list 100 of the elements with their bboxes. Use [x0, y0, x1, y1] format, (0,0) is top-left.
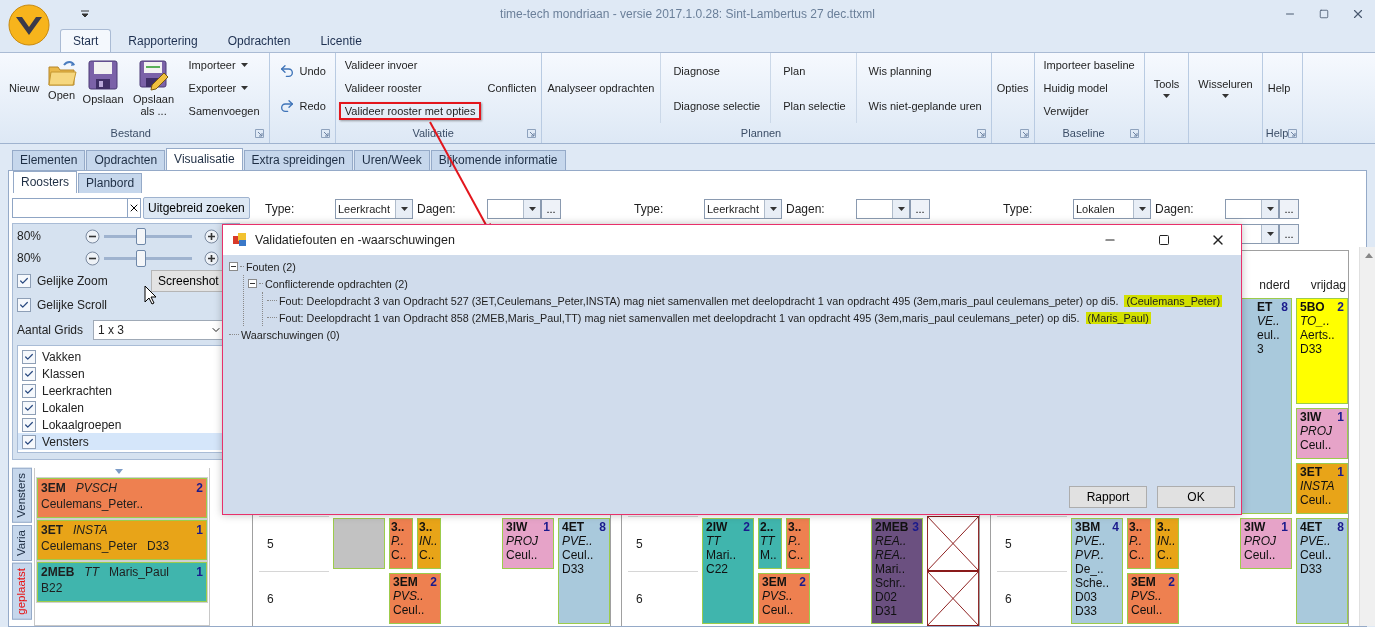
collapse-icon[interactable]: [229, 262, 238, 271]
ribbon-menu-button[interactable]: Tools: [1147, 78, 1186, 98]
minus-icon[interactable]: [85, 250, 100, 266]
side-tab[interactable]: Vensters: [12, 468, 32, 523]
type-select[interactable]: Leerkracht: [704, 199, 782, 219]
ribbon-button[interactable]: Opties: [994, 80, 1031, 96]
tab[interactable]: Uren/Week: [353, 150, 430, 170]
dialog-button[interactable]: Rapport: [1069, 486, 1147, 508]
tab[interactable]: Visualisatie: [166, 148, 243, 170]
checkbox[interactable]: [17, 274, 31, 288]
ribbon-button[interactable]: Valideer invoer: [338, 55, 482, 74]
scrollbar[interactable]: [1359, 247, 1375, 626]
ribbon-button[interactable]: Opslaan: [81, 59, 125, 105]
scroll-up-icon[interactable]: [1364, 253, 1373, 258]
days-select[interactable]: [487, 199, 541, 219]
search-field[interactable]: [12, 198, 128, 218]
schedule-card[interactable]: 3ET INSTA 1 Ceulemans_Peter D33: [37, 520, 207, 560]
schedule-card[interactable]: 3.. P.. C..: [786, 518, 810, 569]
side-tab[interactable]: Varia: [12, 524, 32, 561]
ribbon-tab[interactable]: Licentie: [307, 29, 375, 52]
tree-item[interactable]: Fout: Deelopdracht 1 van Opdracht 858 (2MEB,Maris_Paul,TT) mag niet samenvallen met deelopdracht 1 van opdracht 495 (3em,maris_paul ceulemans_peter) op di5.: [279, 311, 1080, 324]
tab[interactable]: Extra spreidingen: [243, 150, 353, 170]
slider-thumb[interactable]: [135, 249, 146, 267]
schedule-card[interactable]: 3.. P.. C..: [1127, 518, 1151, 569]
ribbon-button[interactable]: Conflicten: [485, 80, 539, 96]
days-select[interactable]: [1225, 199, 1279, 219]
dialog-launcher-icon[interactable]: [527, 128, 537, 138]
checkbox[interactable]: [22, 349, 36, 364]
ribbon-button[interactable]: Opslaan als ...: [128, 59, 179, 117]
checkbox[interactable]: [22, 417, 36, 432]
schedule-card[interactable]: 3.. P.. C..: [389, 518, 413, 569]
checkbox[interactable]: [22, 434, 36, 449]
minus-icon[interactable]: [85, 228, 100, 244]
dialog-launcher-icon[interactable]: [320, 128, 330, 138]
schedule-card[interactable]: 3IW 1 PROJ Ceul..: [1240, 518, 1292, 569]
plus-icon[interactable]: [204, 250, 219, 266]
ribbon-button[interactable]: Valideer rooster: [338, 79, 482, 97]
clear-button[interactable]: [128, 198, 141, 218]
ribbon-button[interactable]: Huidig model: [1037, 79, 1141, 97]
schedule-card[interactable]: 3EM 2 PVS.. Ceul..: [389, 573, 441, 624]
ribbon-button[interactable]: Open: [45, 59, 78, 101]
dialog-launcher-icon[interactable]: [254, 128, 264, 138]
ribbon-button[interactable]: Help: [1265, 80, 1293, 96]
ribbon-button[interactable]: Diagnose selectie: [667, 96, 767, 115]
checkbox[interactable]: [22, 366, 36, 381]
collapse-icon[interactable]: [248, 279, 257, 288]
ribbon-tab[interactable]: Rapportering: [115, 29, 211, 52]
schedule-card[interactable]: 4ET 8 PVE.. Ceul.. D33: [1296, 518, 1348, 624]
tree-item[interactable]: Conflicterende opdrachten (2): [265, 277, 408, 290]
tree-item[interactable]: Fout: Deelopdracht 3 van Opdracht 527 (3ET,Ceulemans_Peter,INSTA) mag niet samenvallen met deelopdracht 1 van opdracht 495 (3em,maris_paul ceulemans_peter) op di5.: [279, 294, 1119, 307]
schedule-card[interactable]: ET 8 VE.. eul.. 3: [1240, 298, 1292, 514]
search-button[interactable]: Uitgebreid zoeken: [143, 197, 250, 219]
dialog-launcher-icon[interactable]: [1129, 128, 1139, 138]
ribbon-button[interactable]: Plan: [777, 61, 852, 80]
schedule-card[interactable]: 2MEB TT Maris_Paul 1 B22: [37, 562, 207, 602]
tab[interactable]: Opdrachten: [86, 150, 166, 170]
tab[interactable]: Elementen: [12, 150, 86, 170]
ribbon-tab[interactable]: Opdrachten: [214, 29, 304, 52]
schedule-card[interactable]: 3EM 2 PVS.. Ceul..: [758, 573, 810, 624]
schedule-card[interactable]: 3BM 4 PVE.. PVP.. De_.. Sche.. D03 D33: [1071, 518, 1123, 624]
list-item[interactable]: Lokaalgroepen: [18, 416, 234, 433]
ribbon-button[interactable]: Importeer: [182, 55, 266, 74]
list-item[interactable]: Klassen: [18, 365, 234, 382]
tab[interactable]: Planbord: [78, 173, 143, 193]
more-button[interactable]: ...: [910, 199, 930, 219]
ribbon-tab[interactable]: Start: [60, 29, 112, 52]
dialog-button[interactable]: OK: [1157, 486, 1235, 508]
schedule-card[interactable]: 3.. IN.. C..: [417, 518, 441, 569]
ribbon-button[interactable]: Verwijder: [1037, 102, 1141, 121]
schedule-card[interactable]: 3EM PVSCH 2 Ceulemans_Peter..: [37, 478, 207, 518]
ribbon-button[interactable]: Undo: [272, 59, 332, 82]
checkbox[interactable]: [22, 383, 36, 398]
ribbon-button[interactable]: Importeer baseline: [1037, 55, 1141, 74]
schedule-card[interactable]: 2IW 2 TT Mari.. C22: [702, 518, 754, 624]
ribbon-button[interactable]: Plan selectie: [777, 96, 852, 115]
checkbox[interactable]: [22, 400, 36, 415]
more-button[interactable]: ...: [1279, 199, 1299, 219]
days-select[interactable]: [856, 199, 910, 219]
ribbon-button[interactable]: Valideer rooster met opties: [338, 102, 482, 121]
ribbon-button[interactable]: Exporteer: [182, 79, 266, 97]
ribbon-button[interactable]: Nieuw: [7, 80, 42, 96]
more-button[interactable]: ...: [1279, 224, 1299, 244]
ribbon-button[interactable]: Wis niet-geplande uren: [862, 96, 988, 115]
list-item[interactable]: Leerkrachten: [18, 382, 234, 399]
type-select[interactable]: Leerkracht: [335, 199, 413, 219]
schedule-card[interactable]: 4ET 8 PVE.. Ceul.. D33: [558, 518, 610, 624]
schedule-card[interactable]: 2.. TT M..: [758, 518, 782, 569]
ribbon-button[interactable]: Samenvoegen: [182, 102, 266, 121]
schedule-card[interactable]: 3IW 1 PROJ Ceul..: [1296, 408, 1348, 459]
schedule-card[interactable]: 3ET 1 INSTA Ceul..: [1296, 463, 1348, 514]
quick-access-icon[interactable]: [80, 10, 90, 18]
dialog-launcher-icon[interactable]: [1288, 128, 1298, 138]
tree-item[interactable]: Fouten (2): [246, 260, 296, 273]
ribbon-button[interactable]: Diagnose: [667, 61, 767, 80]
slider-thumb[interactable]: [135, 227, 146, 245]
ribbon-button[interactable]: Wis planning: [862, 61, 988, 80]
tree-item[interactable]: Waarschuwingen (0): [241, 328, 340, 341]
ribbon-menu-button[interactable]: Wisseluren: [1192, 78, 1259, 98]
schedule-card[interactable]: 5BO 2 TO_.. Aerts.. D33: [1296, 298, 1348, 404]
app-logo[interactable]: [8, 4, 50, 46]
